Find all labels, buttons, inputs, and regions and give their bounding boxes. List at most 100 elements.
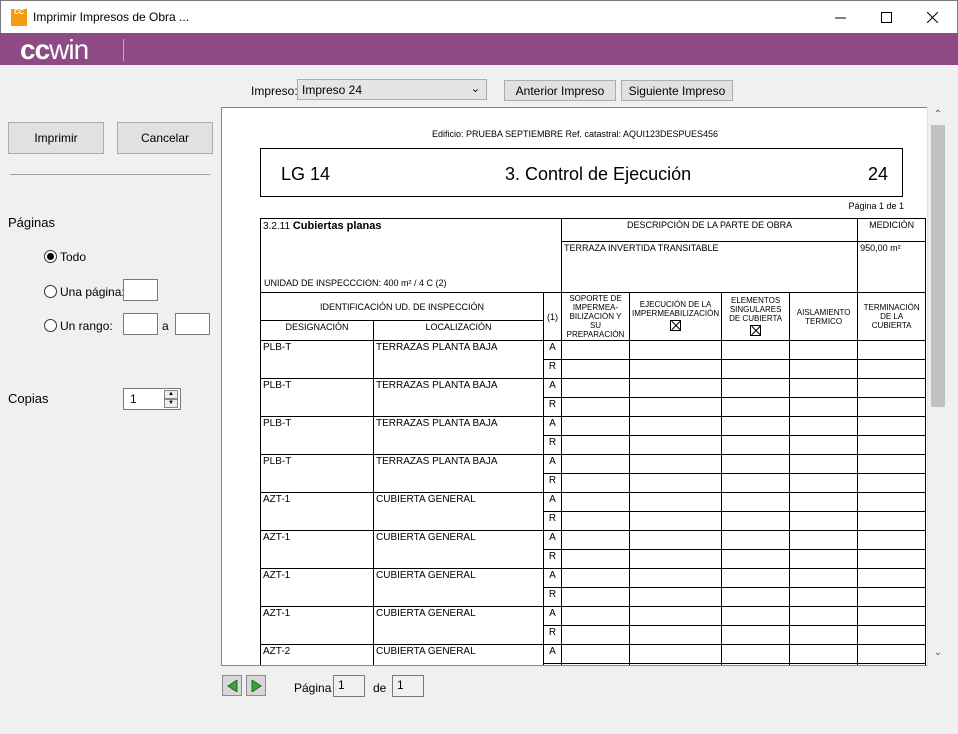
inspection-unit: UNIDAD DE INSPECCCION: 400 m² / 4 C (2) [264,278,447,288]
localizacion-cell: TERRAZAS PLANTA BAJA [373,378,544,417]
check-cell [628,606,723,626]
check-cell [857,606,927,626]
scroll-thumb[interactable] [931,125,945,407]
check-cell [721,454,791,474]
check-cell [721,435,791,455]
check-cell [561,530,630,550]
minimize-button[interactable] [817,1,863,33]
check-cell [789,340,859,360]
ar-cell: R [543,663,562,665]
check-cell [628,454,723,474]
previous-page-button[interactable] [222,675,242,696]
check-cell [857,568,927,588]
check-cell [561,549,630,569]
check-cell [628,511,723,531]
check-cell [857,530,927,550]
table-row: AZT-1 CUBIERTA GENERAL A [260,492,927,531]
check-cell [628,359,723,379]
spin-up-icon[interactable]: ▲ [164,390,178,399]
designacion-cell: AZT-1 [260,492,374,531]
check-cell [561,454,630,474]
close-icon [926,11,938,23]
impreso-select[interactable]: Impreso 24 ⌄ [297,79,487,100]
impreso-select-value: Impreso 24 [302,83,363,97]
one-page-input[interactable] [123,279,158,301]
check-cell [721,511,791,531]
check-cell [561,625,630,645]
app-icon: CC [11,9,27,26]
check-cell [789,568,859,588]
check-cell [789,378,859,398]
check-cell [857,663,927,665]
check-col-1: SOPORTE DE IMPERMEA-BILIZACIÓN Y SU PREP… [561,292,630,341]
ar-cell: A [543,454,562,474]
maximize-button[interactable] [863,1,909,33]
ar-cell: R [543,511,562,531]
check-cell [721,625,791,645]
check-cell [561,587,630,607]
checkbox-crossed-icon [670,320,682,331]
lg-header-box: LG 14 3. Control de Ejecución 24 [260,148,903,197]
document-page: Edificio: PRUEBA SEPTIEMBRE Ref. catastr… [222,108,928,665]
radio-range[interactable] [44,319,57,332]
pages-heading: Páginas [8,215,55,230]
previous-impreso-button[interactable]: Anterior Impreso [504,80,616,101]
ar-cell: A [543,530,562,550]
scroll-up-icon[interactable]: ⌃ [928,109,948,126]
window-title: Imprimir Impresos de Obra ... [33,10,190,24]
ar-cell: A [543,568,562,588]
range-separator: a [162,319,169,333]
check-cell [561,359,630,379]
next-page-button[interactable] [246,675,266,696]
ar-cell: R [543,587,562,607]
check-col-5: TERMINACIÓN DE LA CUBIERTA [857,292,927,341]
ar-cell: R [543,359,562,379]
copies-spinner[interactable]: 1 ▲ ▼ [123,388,181,410]
check-cell [628,663,723,665]
radio-all[interactable] [44,250,57,263]
check-cell [721,416,791,436]
print-button[interactable]: Imprimir [8,122,104,154]
copies-label: Copias [8,391,49,406]
check-cell [789,473,859,493]
check-cell [628,625,723,645]
lg-title: 3. Control de Ejecución [505,164,692,184]
check-cell [857,435,927,455]
desc-value: TERRAZA INVERTIDA TRANSITABLE [560,241,859,293]
range-from-input[interactable] [123,313,158,335]
table-row: PLB-T TERRAZAS PLANTA BAJA A [260,378,927,417]
page-label: Página [294,681,332,695]
close-button[interactable] [909,1,955,33]
designacion-header: DESIGNACIÓN [260,320,374,341]
check-cell [561,397,630,417]
left-divider [10,174,210,175]
designacion-cell: PLB-T [260,454,374,493]
check-cell [857,511,927,531]
page-of-label: Página 1 de 1 [848,201,904,211]
radio-one-page[interactable] [44,285,57,298]
copies-value: 1 [130,392,137,406]
check-cell [628,473,723,493]
check-cell [789,606,859,626]
scroll-down-icon[interactable]: ⌄ [928,647,948,664]
check-cell [857,644,927,664]
arrow-left-icon [227,680,238,692]
check-cell [789,397,859,417]
ar-cell: A [543,492,562,512]
check-cell [857,378,927,398]
page-number-field: 1 [333,675,365,697]
check-cell [857,473,927,493]
spin-down-icon[interactable]: ▼ [164,399,178,408]
localizacion-cell: TERRAZAS PLANTA BAJA [373,340,544,379]
preview-scrollbar[interactable]: ⌃ ⌄ [927,107,947,666]
next-impreso-button[interactable]: Siguiente Impreso [621,80,733,101]
check-cell [561,492,630,512]
designacion-cell: PLB-T [260,416,374,455]
localizacion-cell: TERRAZAS PLANTA BAJA [373,416,544,455]
range-to-input[interactable] [175,313,210,335]
checkbox-crossed-icon [750,324,762,336]
cancel-button[interactable]: Cancelar [117,122,213,154]
check-cell [721,549,791,569]
check-cell [857,359,927,379]
section-title: Cubiertas planas [292,220,382,232]
